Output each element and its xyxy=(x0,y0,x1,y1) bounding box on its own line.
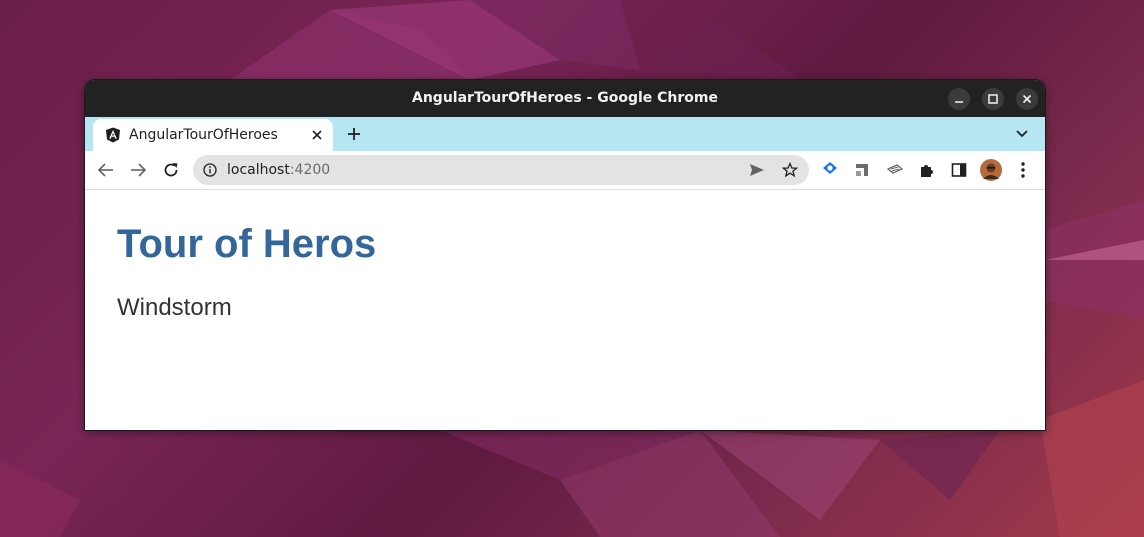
close-icon xyxy=(1022,94,1032,104)
close-window-button[interactable] xyxy=(1016,88,1038,110)
maximize-button[interactable] xyxy=(982,88,1004,110)
maximize-icon xyxy=(988,94,998,104)
extension-tag-icon[interactable] xyxy=(886,161,904,179)
address-bar[interactable]: localhost:4200 xyxy=(193,155,809,185)
url-port: :4200 xyxy=(289,162,331,178)
more-menu-icon[interactable] xyxy=(1019,161,1027,179)
reload-icon[interactable] xyxy=(162,161,180,179)
title-bar[interactable]: AngularTourOfHeroes - Google Chrome xyxy=(85,80,1045,117)
tab-label: AngularTourOfHeroes xyxy=(129,127,278,143)
url-text[interactable]: localhost:4200 xyxy=(227,155,330,185)
toolbar: localhost:4200 xyxy=(85,151,1045,190)
send-tab-icon[interactable] xyxy=(749,163,765,177)
minimize-button[interactable] xyxy=(948,88,970,110)
bookmark-star-icon[interactable] xyxy=(782,162,798,178)
avatar-icon[interactable] xyxy=(980,159,1002,181)
close-tab-icon[interactable] xyxy=(311,129,323,141)
back-arrow-icon[interactable] xyxy=(97,162,115,178)
tab-strip: AngularTourOfHeroes xyxy=(85,117,1045,151)
extensions-puzzle-icon[interactable] xyxy=(919,161,935,179)
tab-angulartourofheroes[interactable]: AngularTourOfHeroes xyxy=(93,119,333,151)
side-panel-icon[interactable] xyxy=(951,162,967,178)
window-title: AngularTourOfHeroes - Google Chrome xyxy=(412,90,718,106)
forward-arrow-icon[interactable] xyxy=(129,162,147,178)
angular-icon xyxy=(106,127,120,143)
new-tab-icon[interactable] xyxy=(346,126,362,142)
url-host: localhost xyxy=(227,162,290,178)
page-title: Tour of Heros xyxy=(117,222,377,266)
page-content: Tour of Heros Windstorm xyxy=(85,190,1045,430)
info-icon[interactable] xyxy=(203,163,217,177)
hero-name: Windstorm xyxy=(117,294,232,321)
extension-arrow-icon[interactable] xyxy=(854,161,870,179)
tab-search-chevron-down-icon[interactable] xyxy=(1015,128,1029,140)
browser-window: AngularTourOfHeroes - Google Chrome Angu… xyxy=(84,79,1046,431)
minimize-icon xyxy=(955,101,963,103)
extension-location-icon[interactable] xyxy=(822,161,838,179)
